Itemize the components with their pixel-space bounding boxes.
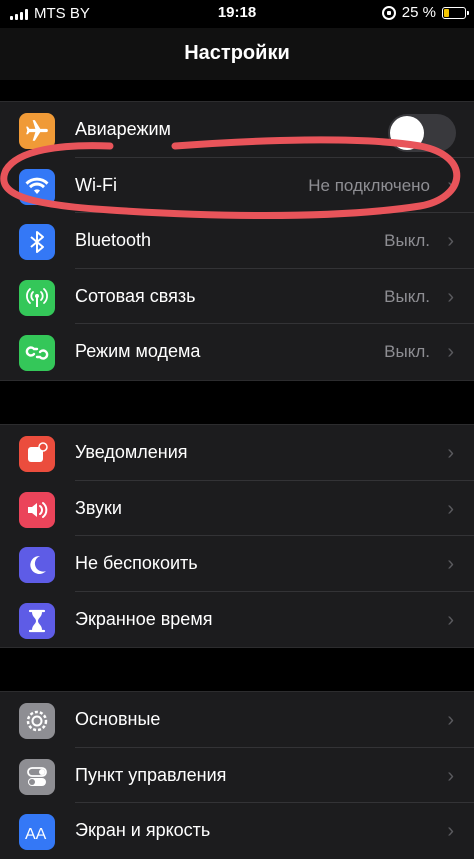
airplane-icon bbox=[19, 113, 55, 149]
row-value: Выкл. bbox=[384, 342, 430, 361]
wifi-icon bbox=[19, 168, 55, 205]
notifications-icon bbox=[19, 436, 55, 472]
settings-row-cellular[interactable]: Сотовая связь Выкл. › bbox=[0, 269, 474, 324]
chevron-right-icon: › bbox=[447, 341, 454, 363]
row-label: Сотовая связь bbox=[75, 285, 196, 306]
row-label: Экранное время bbox=[75, 608, 213, 629]
settings-row-display-brightness[interactable]: AA Экран и яркость › bbox=[0, 803, 474, 859]
row-label: Уведомления bbox=[75, 442, 188, 462]
orientation-lock-icon bbox=[381, 5, 396, 20]
row-label: Пункт управления bbox=[75, 764, 227, 785]
toggles-icon bbox=[19, 758, 55, 795]
row-label: Wi-Fi bbox=[75, 174, 117, 195]
battery-icon bbox=[442, 6, 469, 19]
row-label: Авиарежим bbox=[75, 119, 171, 139]
row-label: Основные bbox=[75, 709, 161, 729]
status-right: 25 % bbox=[381, 4, 469, 21]
settings-row-airplane-mode[interactable]: Авиарежим bbox=[0, 102, 474, 158]
chevron-right-icon: › bbox=[447, 442, 454, 464]
chevron-right-icon: › bbox=[447, 820, 454, 842]
cellular-antenna-icon bbox=[19, 279, 55, 316]
row-value: Выкл. bbox=[384, 231, 430, 250]
row-label: Экран и яркость bbox=[75, 820, 211, 840]
settings-row-bluetooth[interactable]: Bluetooth Выкл. › bbox=[0, 213, 474, 269]
battery-percent: 25 % bbox=[401, 4, 436, 21]
row-label: Bluetooth bbox=[75, 230, 152, 250]
text-size-icon: AA bbox=[19, 814, 55, 850]
chevron-right-icon: › bbox=[447, 709, 454, 731]
settings-group-connectivity: Авиарежим Wi-Fi Не подключено › Bluetoot… bbox=[0, 101, 474, 381]
chevron-right-icon: › bbox=[447, 497, 454, 520]
row-value: Не подключено bbox=[308, 175, 430, 195]
hourglass-icon bbox=[19, 602, 55, 639]
airplane-mode-toggle[interactable] bbox=[388, 114, 456, 152]
settings-row-screen-time[interactable]: Экранное время › bbox=[0, 592, 474, 648]
chevron-right-icon: › bbox=[447, 608, 454, 631]
settings-row-sounds[interactable]: Звуки › bbox=[0, 481, 474, 536]
settings-row-personal-hotspot[interactable]: Режим модема Выкл. › bbox=[0, 324, 474, 380]
bluetooth-icon bbox=[19, 224, 55, 260]
settings-row-general[interactable]: Основные › bbox=[0, 692, 474, 748]
row-value: Выкл. bbox=[384, 286, 430, 306]
speaker-icon bbox=[19, 491, 55, 528]
chevron-right-icon: › bbox=[447, 764, 454, 787]
chevron-right-icon: › bbox=[447, 230, 454, 252]
chevron-right-icon: › bbox=[447, 174, 454, 197]
moon-icon bbox=[19, 547, 55, 583]
row-label: Звуки bbox=[75, 497, 122, 518]
settings-group-notifications: Уведомления › Звуки › Не беспокоить › Эк… bbox=[0, 424, 474, 648]
chevron-right-icon: › bbox=[447, 285, 454, 308]
settings-row-do-not-disturb[interactable]: Не беспокоить › bbox=[0, 536, 474, 592]
settings-row-notifications[interactable]: Уведомления › bbox=[0, 425, 474, 481]
settings-group-general: Основные › Пункт управления › AA Экран и… bbox=[0, 691, 474, 859]
navigation-bar: Настройки bbox=[0, 28, 474, 80]
row-label: Режим модема bbox=[75, 341, 201, 361]
page-title: Настройки bbox=[184, 42, 290, 64]
svg-text:AA: AA bbox=[25, 826, 47, 842]
row-label: Не беспокоить bbox=[75, 553, 198, 573]
chevron-right-icon: › bbox=[447, 553, 454, 575]
settings-row-control-center[interactable]: Пункт управления › bbox=[0, 748, 474, 803]
personal-hotspot-icon bbox=[19, 335, 55, 371]
gear-icon bbox=[19, 703, 55, 739]
status-bar: MTS BY 19:18 25 % bbox=[0, 0, 474, 28]
settings-row-wifi[interactable]: Wi-Fi Не подключено › bbox=[0, 158, 474, 213]
